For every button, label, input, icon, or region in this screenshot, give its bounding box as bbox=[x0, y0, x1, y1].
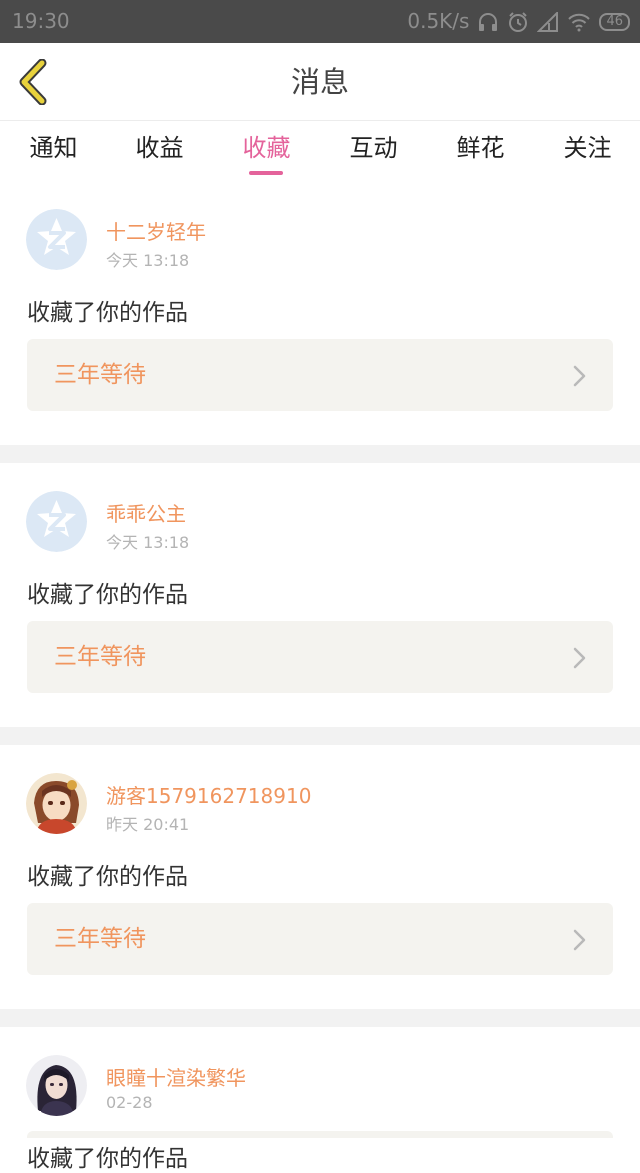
chevron-right-icon bbox=[573, 365, 586, 387]
list-item: 十二岁轻年 今天 13:18 收藏了你的作品 三年等待 bbox=[0, 181, 640, 445]
username[interactable]: 十二岁轻年 bbox=[106, 216, 206, 245]
chevron-right-icon bbox=[573, 647, 586, 669]
action-text: 收藏了你的作品 bbox=[27, 300, 188, 326]
username[interactable]: 游客1579162718910 bbox=[106, 780, 311, 809]
avatar[interactable] bbox=[26, 773, 87, 834]
timestamp: 今天 13:18 bbox=[106, 251, 190, 270]
avatar[interactable] bbox=[26, 491, 87, 552]
status-icons: 0.5K/s 46 bbox=[407, 0, 630, 43]
work-link[interactable] bbox=[27, 1131, 613, 1138]
alarm-icon bbox=[507, 11, 529, 33]
avatar[interactable] bbox=[26, 1055, 87, 1116]
status-time: 19:30 bbox=[12, 9, 70, 33]
action-text: 收藏了你的作品 bbox=[27, 582, 188, 608]
default-q-avatar-icon bbox=[26, 491, 87, 552]
wifi-icon bbox=[567, 12, 591, 32]
active-tab-indicator bbox=[249, 171, 283, 175]
page-title: 消息 bbox=[290, 65, 349, 99]
chevron-right-icon bbox=[573, 929, 586, 951]
divider bbox=[0, 445, 640, 463]
message-feed: 十二岁轻年 今天 13:18 收藏了你的作品 三年等待 乖乖公主 今天 13:1… bbox=[0, 181, 640, 1172]
work-title: 三年等待 bbox=[54, 644, 146, 670]
battery-icon: 46 bbox=[599, 12, 630, 31]
app-header: 消息 bbox=[0, 43, 640, 121]
avatar[interactable] bbox=[26, 209, 87, 270]
tab-flowers[interactable]: 鲜花 bbox=[427, 121, 534, 181]
status-bar: 19:30 0.5K/s 46 bbox=[0, 0, 640, 43]
illustrated-girl-avatar-icon bbox=[26, 773, 87, 834]
list-item: 乖乖公主 今天 13:18 收藏了你的作品 三年等待 bbox=[0, 463, 640, 727]
username[interactable]: 乖乖公主 bbox=[106, 498, 186, 527]
tab-bar: 通知 收益 收藏 互动 鲜花 关注 bbox=[0, 121, 640, 181]
work-link[interactable]: 三年等待 bbox=[27, 339, 613, 411]
work-link[interactable]: 三年等待 bbox=[27, 621, 613, 693]
network-speed: 0.5K/s bbox=[407, 9, 470, 33]
timestamp: 昨天 20:41 bbox=[106, 815, 190, 834]
username[interactable]: 眼瞳十渲染繁华 bbox=[106, 1062, 246, 1091]
timestamp: 今天 13:18 bbox=[106, 533, 190, 552]
work-title: 三年等待 bbox=[54, 926, 146, 952]
divider bbox=[0, 727, 640, 745]
list-item: 眼瞳十渲染繁华 02-28 收藏了你的作品 bbox=[0, 1027, 640, 1172]
action-text: 收藏了你的作品 bbox=[27, 864, 188, 890]
tab-notifications[interactable]: 通知 bbox=[0, 121, 107, 181]
signal-icon bbox=[537, 11, 559, 32]
headset-icon bbox=[477, 12, 499, 32]
default-q-avatar-icon bbox=[26, 209, 87, 270]
work-title: 三年等待 bbox=[54, 362, 146, 388]
action-text: 收藏了你的作品 bbox=[27, 1146, 188, 1172]
dark-hair-girl-avatar-icon bbox=[26, 1055, 87, 1116]
tab-following[interactable]: 关注 bbox=[534, 121, 640, 181]
tab-earnings[interactable]: 收益 bbox=[106, 121, 213, 181]
list-item: 游客1579162718910 昨天 20:41 收藏了你的作品 三年等待 bbox=[0, 745, 640, 1009]
divider bbox=[0, 1009, 640, 1027]
tab-interactions[interactable]: 互动 bbox=[320, 121, 427, 181]
work-link[interactable]: 三年等待 bbox=[27, 903, 613, 975]
timestamp: 02-28 bbox=[106, 1093, 153, 1112]
